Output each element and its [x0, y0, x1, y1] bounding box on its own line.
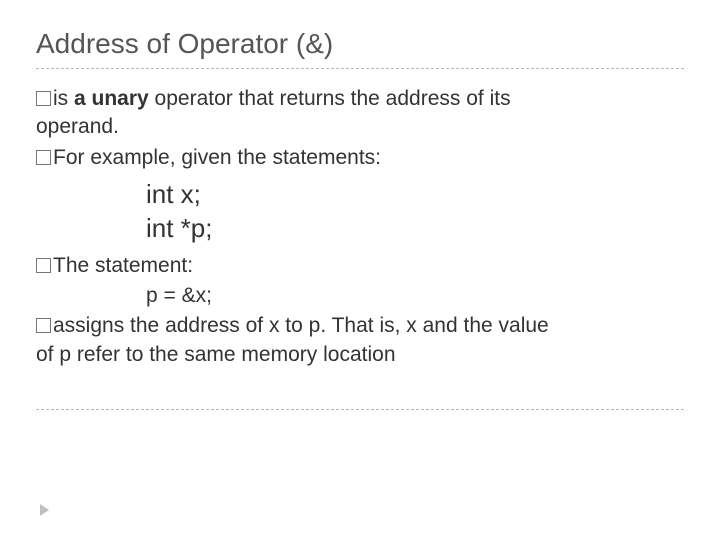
- bullet-2-text: For example, given the statements:: [53, 146, 381, 169]
- bottom-divider: [36, 409, 684, 410]
- bullet-1-rest: operator that returns the address of its: [155, 87, 511, 110]
- code-block-1: int x; int *p;: [146, 178, 684, 246]
- bullet-4-line2: of p refer to the same memory location: [36, 341, 684, 369]
- play-marker-icon: [40, 504, 49, 516]
- slide: Address of Operator (&) is a unary opera…: [0, 0, 720, 540]
- bullet-1-line2: operand.: [36, 113, 684, 141]
- checkbox-icon: [36, 150, 51, 165]
- bullet-2: For example, given the statements:: [36, 144, 684, 172]
- checkbox-icon: [36, 91, 51, 106]
- checkbox-icon: [36, 318, 51, 333]
- slide-body: is a unary operator that returns the add…: [36, 85, 684, 369]
- bullet-4: assigns the address of x to p. That is, …: [36, 312, 684, 369]
- slide-title: Address of Operator (&): [36, 28, 684, 60]
- bullet-1-bold: a unary: [68, 87, 154, 110]
- code-line-1: int x;: [146, 178, 684, 212]
- code-line-2: int *p;: [146, 212, 684, 246]
- code-line-3: p = &x;: [146, 282, 684, 310]
- bullet-3-text: The statement:: [53, 254, 193, 277]
- bullet-3: The statement:: [36, 252, 684, 280]
- bullet-1-lead: is: [53, 87, 68, 110]
- title-divider: [36, 68, 684, 69]
- bullet-4-line1: assigns the address of x to p. That is, …: [53, 314, 549, 337]
- checkbox-icon: [36, 258, 51, 273]
- bullet-1: is a unary operator that returns the add…: [36, 85, 684, 142]
